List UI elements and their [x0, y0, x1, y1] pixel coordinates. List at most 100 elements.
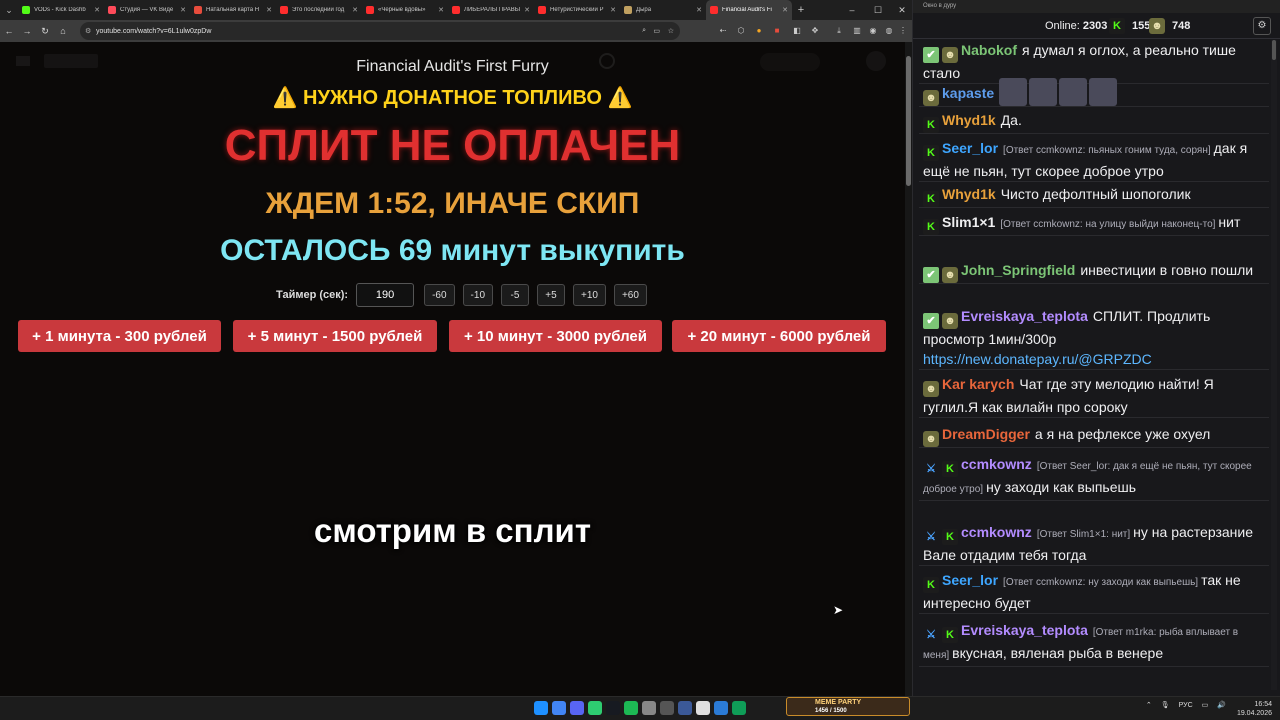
taskbar-app-icon[interactable]	[624, 701, 638, 715]
extension-orange-icon[interactable]: ●	[752, 24, 766, 38]
back-icon[interactable]: ←	[0, 26, 18, 36]
tray-chevron-icon[interactable]: ⌃	[1146, 701, 1152, 709]
chat-username[interactable]: Seer_lor	[942, 572, 998, 588]
chat-username[interactable]: Slim1×1	[942, 214, 995, 230]
tab-close-icon[interactable]: ✕	[266, 6, 272, 14]
browser-tab[interactable]: Дыра ✕	[620, 0, 706, 20]
taskbar-app-icon[interactable]	[588, 701, 602, 715]
timer-adjust-button[interactable]: -10	[462, 284, 493, 306]
taskbar-app-icon[interactable]	[606, 701, 620, 715]
language-indicator[interactable]: РУС	[1179, 702, 1193, 709]
menu-icon[interactable]: ⋮	[896, 24, 910, 38]
tab-close-icon[interactable]: ✕	[94, 6, 100, 14]
new-tab-button[interactable]: +	[792, 4, 810, 16]
tab-search-button[interactable]: ⌄	[0, 0, 18, 20]
timer-adjust-button[interactable]: +10	[573, 284, 606, 306]
tab-close-icon[interactable]: ✕	[352, 6, 358, 14]
minimize-button[interactable]: –	[840, 0, 864, 20]
extension-icon[interactable]: ⬡	[734, 24, 748, 38]
chat-username[interactable]: Whyd1k	[942, 186, 996, 202]
chat-username[interactable]: DreamDigger	[942, 426, 1030, 442]
sidebar-icon[interactable]: ▥	[850, 24, 864, 38]
home-icon[interactable]: ⌂	[54, 26, 72, 36]
timer-adjust-button[interactable]: -60	[424, 284, 455, 306]
chat-scrollbar-thumb[interactable]	[1272, 40, 1276, 60]
kick-badge-icon: K	[942, 461, 958, 477]
forward-icon[interactable]: →	[18, 26, 36, 36]
browser-tab[interactable]: Financial Audit's Fi ✕	[706, 0, 792, 20]
chat-message-text: а я на рефлексе уже охуел	[1034, 426, 1211, 442]
browser-tab[interactable]: Нетуристический Р ✕	[534, 0, 620, 20]
extensions-puzzle-icon[interactable]: ✥	[808, 24, 822, 38]
zoom-icon[interactable]: ⌕	[642, 27, 646, 35]
timer-adjust-button[interactable]: +5	[537, 284, 565, 306]
address-bar[interactable]: ⚙ youtube.com/watch?v=6L1ulw0zpDw ⌕ ▭ ☆	[80, 22, 680, 40]
page-scrollbar-thumb[interactable]	[906, 56, 911, 186]
tab-close-icon[interactable]: ✕	[524, 6, 530, 14]
taskbar-app-icon[interactable]	[732, 701, 746, 715]
extension-gray-icon[interactable]: ◧	[790, 24, 804, 38]
reload-icon[interactable]: ↻	[36, 26, 54, 37]
buy-1-minute-button[interactable]: + 1 минута - 300 рублей	[18, 320, 221, 352]
cast-icon[interactable]: ▭	[653, 27, 660, 35]
download-icon[interactable]: ⤓	[832, 24, 846, 38]
tab-close-icon[interactable]: ✕	[610, 6, 616, 14]
clock[interactable]: 16:54 19.04.2026	[1237, 700, 1272, 718]
taskbar-app-icon[interactable]	[660, 701, 674, 715]
buy-5-minutes-button[interactable]: + 5 минут - 1500 рублей	[233, 320, 437, 352]
browser-tab[interactable]: Это последний год ✕	[276, 0, 362, 20]
chat-username[interactable]: Evreiskaya_teplota	[961, 308, 1088, 324]
taskbar-app-icon[interactable]	[570, 701, 584, 715]
extension-red-icon[interactable]: ■	[770, 24, 784, 38]
taskbar-app-icon[interactable]	[642, 701, 656, 715]
timer-adjust-button[interactable]: -5	[501, 284, 529, 306]
chat-username[interactable]: Seer_lor	[942, 140, 998, 156]
buy-20-minutes-button[interactable]: + 20 минут - 6000 рублей	[672, 320, 886, 352]
chat-username[interactable]: kapaste	[942, 85, 994, 101]
chat-username[interactable]: Evreiskaya_teplota	[961, 622, 1088, 638]
site-info-icon[interactable]: ⚙	[85, 27, 91, 35]
bookmark-star-icon[interactable]: ☆	[668, 27, 674, 35]
maximize-button[interactable]: ☐	[866, 0, 890, 20]
browser-tab[interactable]: «Черные вдовы» ✕	[362, 0, 448, 20]
profile-avatar[interactable]: ◍	[882, 24, 896, 38]
taskbar-app-icon[interactable]	[714, 701, 728, 715]
settings-gear-icon[interactable]: ⚙	[1253, 17, 1271, 35]
browser-tab[interactable]: Студия — VK Виде ✕	[104, 0, 190, 20]
page-scrollbar[interactable]	[905, 42, 912, 696]
chat-username[interactable]: Whyd1k	[942, 112, 996, 128]
network-icon[interactable]: ▭	[1202, 701, 1209, 709]
chat-username[interactable]: John_Springfield	[961, 262, 1075, 278]
taskbar-app-icon[interactable]	[696, 701, 710, 715]
tab-close-icon[interactable]: ✕	[438, 6, 444, 14]
chat-window: Окно в дуру Online: 2303 K 1555 ☻ 748 ⚙ ✔ ☻…	[912, 0, 1280, 696]
browser-tab[interactable]: Натальная карта Н ✕	[190, 0, 276, 20]
timer-seconds-input[interactable]	[356, 283, 415, 307]
tab-close-icon[interactable]: ✕	[180, 6, 186, 14]
reply-reference[interactable]: [Ответ ccmkownz: пьяных гоним туда, соря…	[1003, 145, 1211, 156]
history-back-icon[interactable]: ⇠	[716, 24, 730, 38]
timer-adjust-button[interactable]: +60	[613, 284, 647, 306]
taskbar-app-icon[interactable]	[678, 701, 692, 715]
volume-icon[interactable]: 🔊	[1217, 701, 1226, 709]
tab-close-icon[interactable]: ✕	[696, 6, 702, 14]
window-close-button[interactable]: ✕	[890, 0, 912, 20]
mic-icon[interactable]: 🎙	[1161, 701, 1170, 709]
tab-favicon-icon	[280, 6, 288, 14]
taskbar-app-icon[interactable]	[534, 701, 548, 715]
chat-username[interactable]: ccmkownz	[961, 456, 1032, 472]
browser-tab[interactable]: ЛИБЕРАЛЫ ПРАВЫ ✕	[448, 0, 534, 20]
chat-scrollbar[interactable]	[1271, 40, 1277, 690]
taskbar-app-icon[interactable]	[552, 701, 566, 715]
chat-username[interactable]: Nabokof	[961, 42, 1017, 58]
browser-tab[interactable]: VODs - Kick Dashb ✕	[18, 0, 104, 20]
buy-10-minutes-button[interactable]: + 10 минут - 3000 рублей	[449, 320, 662, 352]
reply-reference[interactable]: [Ответ Slim1×1: нит]	[1037, 529, 1130, 540]
profile-icon[interactable]: ◉	[866, 24, 880, 38]
reply-reference[interactable]: [Ответ ccmkownz: ну заходи как выпьешь]	[1003, 577, 1198, 588]
chat-username[interactable]: ccmkownz	[961, 524, 1032, 540]
reply-reference[interactable]: [Ответ ccmkownz: на улицу выйди наконец-…	[1000, 219, 1215, 230]
chat-username[interactable]: Kar karych	[942, 376, 1014, 392]
donation-link[interactable]: https://new.donatepay.ru/@GRPZDC	[923, 351, 1152, 367]
tab-close-icon[interactable]: ✕	[782, 6, 788, 14]
